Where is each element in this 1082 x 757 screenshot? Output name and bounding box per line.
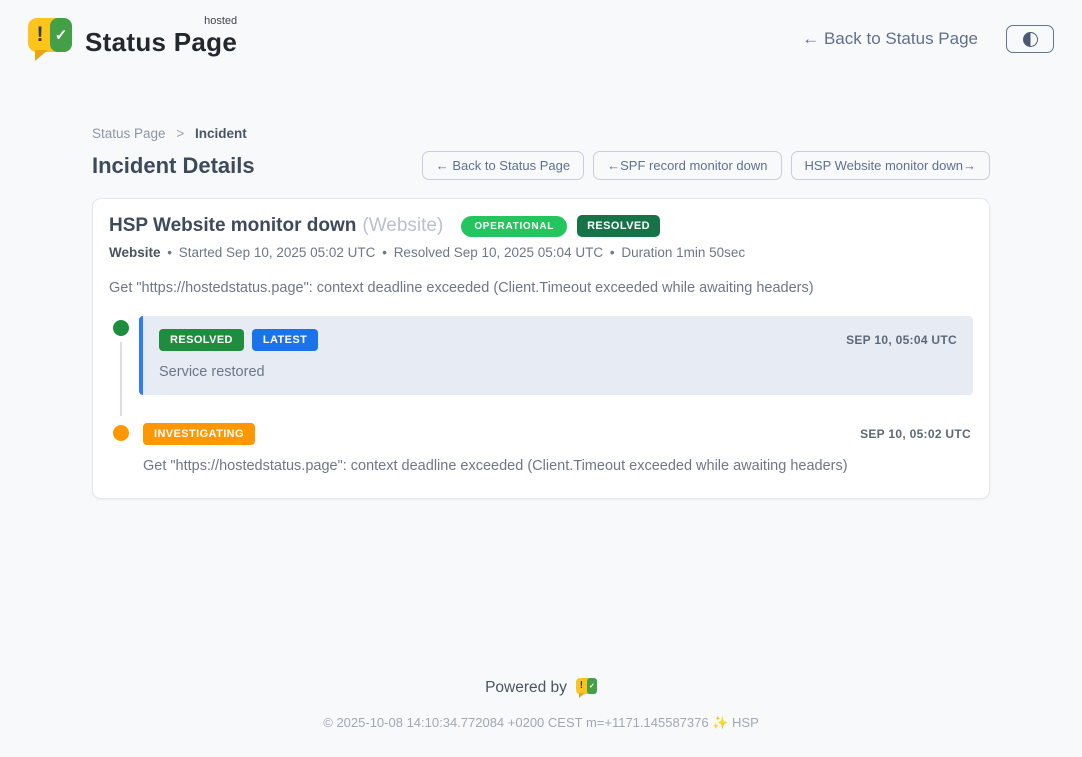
breadcrumb-incident: Incident: [195, 126, 247, 141]
incident-title: HSP Website monitor down: [109, 215, 356, 237]
header-back-link[interactable]: ← Back to Status Page: [802, 29, 978, 49]
breadcrumb-status-page[interactable]: Status Page: [92, 126, 166, 141]
timeline-item: INVESTIGATING SEP 10, 05:02 UTC Get "htt…: [109, 421, 973, 474]
meta-separator: •: [610, 245, 615, 260]
copyright-line: © 2025-10-08 14:10:34.772084 +0200 CEST …: [0, 715, 1082, 731]
brand-logo[interactable]: ! ✓ Status Page hosted: [28, 16, 237, 62]
status-page-logo-icon: ! ✓: [28, 16, 74, 62]
theme-toggle-button[interactable]: [1006, 25, 1054, 53]
site-header: ! ✓ Status Page hosted ← Back to Status …: [0, 0, 1082, 76]
meta-separator: •: [167, 245, 172, 260]
page-title: Incident Details: [92, 153, 255, 179]
meta-resolved: Resolved Sep 10, 2025 05:04 UTC: [394, 245, 603, 260]
header-actions: ← Back to Status Page: [802, 25, 1054, 53]
timeline-message: Service restored: [159, 364, 957, 380]
timeline-item-header: RESOLVED LATEST SEP 10, 05:04 UTC: [159, 329, 957, 351]
incident-card: HSP Website monitor down (Website) OPERA…: [92, 198, 990, 499]
timeline-badges: RESOLVED LATEST: [159, 329, 318, 351]
brand-name: Status Page: [85, 27, 237, 57]
resolved-badge: RESOLVED: [577, 215, 660, 237]
timeline: RESOLVED LATEST SEP 10, 05:04 UTC Service…: [109, 316, 973, 474]
powered-by: Powered by ! ✓: [485, 677, 597, 698]
main-content: Status Page > Incident Incident Details …: [92, 126, 990, 499]
powered-by-label: Powered by: [485, 679, 567, 697]
meta-component-name: Website: [109, 245, 161, 260]
incident-card-header: HSP Website monitor down (Website) OPERA…: [109, 215, 973, 237]
incident-component: (Website): [362, 215, 443, 237]
timeline-status-badge: LATEST: [252, 329, 318, 351]
back-to-status-page-button[interactable]: ← Back to Status Page: [422, 151, 584, 180]
title-row: Incident Details ← Back to Status Page ←…: [92, 151, 990, 180]
timeline-item: RESOLVED LATEST SEP 10, 05:04 UTC Service…: [109, 316, 973, 395]
status-page-mini-logo-icon[interactable]: ! ✓: [576, 677, 597, 698]
previous-incident-button[interactable]: ←SPF record monitor down: [593, 151, 781, 180]
brand-name-wrap: Status Page hosted: [85, 16, 237, 58]
site-footer: Powered by ! ✓ © 2025-10-08 14:10:34.772…: [0, 677, 1082, 757]
meta-duration: Duration 1min 50sec: [621, 245, 745, 260]
next-incident-button[interactable]: HSP Website monitor down→: [791, 151, 990, 180]
timeline-timestamp: SEP 10, 05:04 UTC: [846, 333, 957, 347]
brand-superscript: hosted: [204, 15, 237, 27]
timeline-badges: INVESTIGATING: [143, 423, 255, 445]
timeline-content: INVESTIGATING SEP 10, 05:02 UTC Get "htt…: [139, 421, 973, 474]
meta-started: Started Sep 10, 2025 05:02 UTC: [179, 245, 376, 260]
meta-separator: •: [382, 245, 387, 260]
exclamation-icon: !: [576, 678, 587, 694]
timeline-dot-column: [109, 316, 139, 395]
incident-nav-buttons: ← Back to Status Page ←SPF record monito…: [422, 151, 990, 180]
incident-meta: Website • Started Sep 10, 2025 05:02 UTC…: [109, 245, 973, 260]
timeline-timestamp: SEP 10, 05:02 UTC: [860, 427, 971, 441]
timeline-dot-icon: [113, 425, 129, 441]
contrast-icon: [1023, 32, 1038, 47]
timeline-dot-column: [109, 421, 139, 474]
checkmark-icon: ✓: [50, 18, 72, 52]
timeline-message: Get "https://hostedstatus.page": context…: [143, 458, 971, 474]
exclamation-icon: !: [28, 18, 52, 52]
timeline-item-header: INVESTIGATING SEP 10, 05:02 UTC: [143, 423, 971, 445]
timeline-content: RESOLVED LATEST SEP 10, 05:04 UTC Service…: [139, 316, 973, 395]
timeline-dot-icon: [113, 320, 129, 336]
timeline-status-badge: RESOLVED: [159, 329, 244, 351]
checkmark-icon: ✓: [587, 678, 597, 694]
operational-badge: OPERATIONAL: [461, 216, 567, 237]
timeline-status-badge: INVESTIGATING: [143, 423, 255, 445]
breadcrumb-separator: >: [176, 126, 184, 141]
breadcrumb: Status Page > Incident: [92, 126, 990, 141]
incident-description: Get "https://hostedstatus.page": context…: [109, 280, 973, 296]
